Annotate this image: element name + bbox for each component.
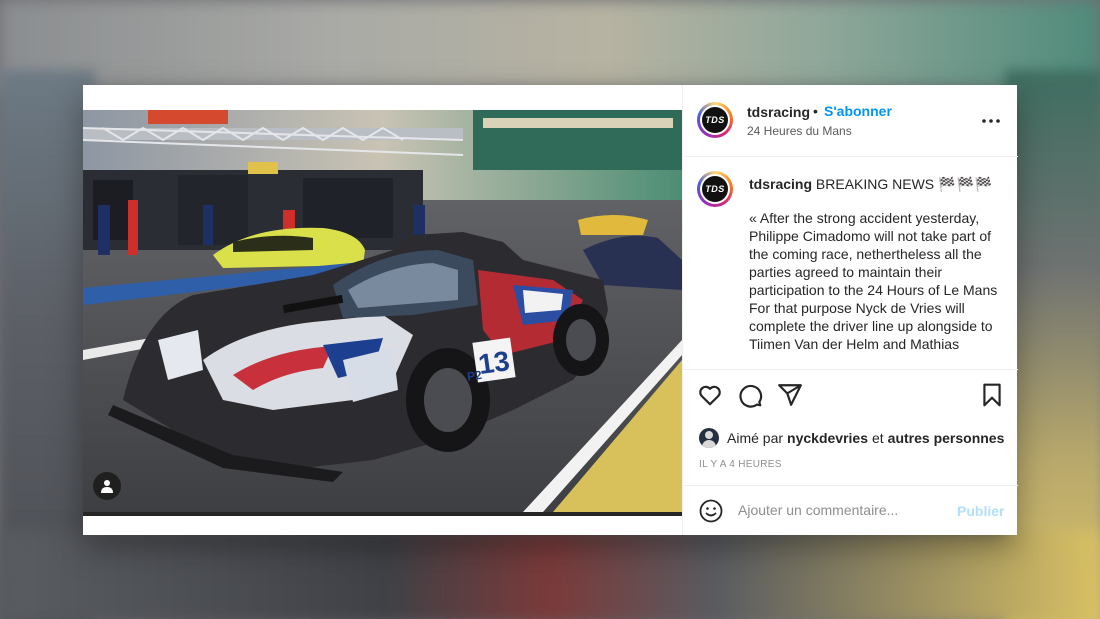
post-header: TDS tdsracing • S'abonner 24 Heures du M…: [683, 85, 1018, 157]
background-blur-bottom: [0, 530, 1100, 619]
caption-paragraph: For that purpose Nyck de Vries will comp…: [749, 300, 993, 352]
comment-bar: Publier: [683, 485, 1018, 536]
caption-paragraph: « After the strong accident yesterday, P…: [749, 210, 998, 298]
comment-icon[interactable]: [737, 382, 763, 408]
liker-username[interactable]: nyckdevries: [787, 430, 868, 446]
caption-avatar-logo: TDS: [702, 176, 728, 202]
race-car-photo: 13 P2: [83, 110, 682, 512]
comment-input[interactable]: [738, 502, 938, 518]
bookmark-icon[interactable]: [979, 382, 1005, 408]
likes-summary: Aimé par nyckdevries et autres personnes: [699, 426, 1008, 450]
caption-section: TDS tdsracing BREAKING NEWS 🏁🏁🏁 « After …: [683, 157, 1018, 369]
caption-username[interactable]: tdsracing: [749, 176, 812, 192]
emoji-icon[interactable]: [699, 499, 723, 523]
location-link[interactable]: 24 Heures du Mans: [747, 124, 852, 138]
heart-icon[interactable]: [697, 382, 723, 408]
header-separator: •: [813, 103, 818, 119]
post-side-panel: TDS tdsracing • S'abonner 24 Heures du M…: [682, 85, 1018, 535]
instagram-post: 13 P2 TDS tdsracing • S'abonner 24 Heure…: [83, 85, 1018, 535]
avatar-logo: TDS: [702, 107, 728, 133]
more-horizontal-icon[interactable]: [979, 109, 1003, 133]
caption-body: « After the strong accident yesterday, P…: [749, 209, 1004, 353]
caption-headline-text: BREAKING NEWS: [815, 176, 935, 192]
post-image[interactable]: 13 P2: [83, 110, 682, 512]
background-blur-top: [0, 0, 1100, 90]
send-icon[interactable]: [777, 382, 803, 408]
likes-prefix: Aimé par: [727, 430, 784, 446]
user-tag-icon[interactable]: [93, 472, 121, 500]
chequered-flag-icons: 🏁🏁🏁: [938, 176, 994, 192]
likes-conjunction: et: [871, 430, 884, 446]
caption-headline: tdsracing BREAKING NEWS 🏁🏁🏁: [749, 176, 1009, 193]
avatar[interactable]: TDS: [697, 102, 733, 138]
follow-button[interactable]: S'abonner: [824, 103, 892, 119]
car-class-label: P2: [466, 368, 483, 384]
post-media-column: 13 P2: [83, 85, 682, 535]
caption-avatar[interactable]: TDS: [697, 171, 733, 207]
media-bottom-divider: [83, 512, 682, 516]
post-timestamp[interactable]: IL Y A 4 HEURES: [699, 459, 782, 470]
header-username[interactable]: tdsracing: [747, 104, 810, 120]
likes-others-link[interactable]: autres personnes: [888, 430, 1005, 446]
publish-button[interactable]: Publier: [957, 503, 1004, 519]
liker-avatar[interactable]: [699, 428, 719, 448]
